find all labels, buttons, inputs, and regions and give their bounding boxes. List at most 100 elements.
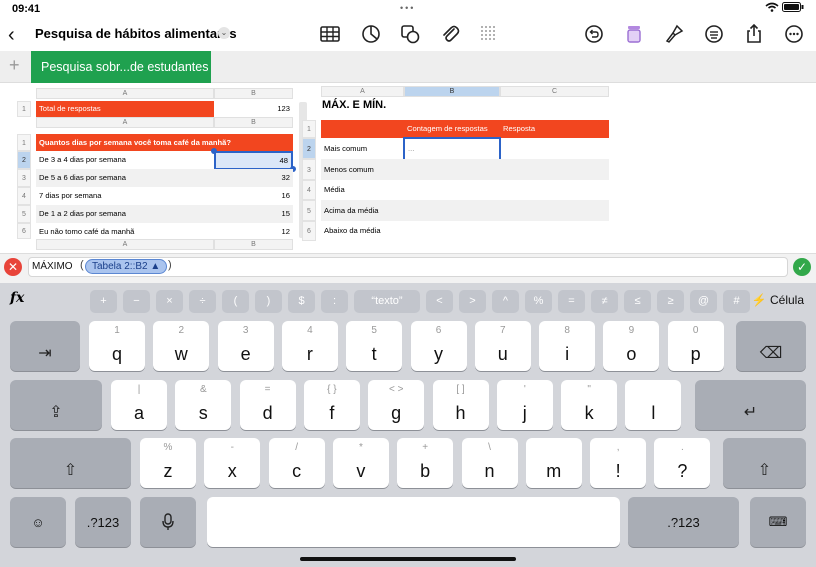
key-i[interactable]: 8i [539, 321, 596, 371]
row-header[interactable]: 2 [17, 151, 31, 169]
column-header-b[interactable]: B [214, 88, 293, 99]
answer-label[interactable]: De 3 a 4 dias por semana [36, 151, 214, 169]
caps-lock-key[interactable]: ⇪ [10, 380, 102, 430]
key-w[interactable]: 2w [153, 321, 210, 371]
return-key[interactable]: ↵ [695, 380, 806, 430]
document-menu-icon[interactable]: ⌄ [218, 27, 230, 39]
stat-label[interactable]: Menos comum [321, 159, 609, 180]
row-header[interactable]: 4 [302, 180, 316, 200]
chart-icon[interactable] [360, 23, 382, 45]
key-j[interactable]: ' j [496, 380, 553, 430]
function-browser-button[interactable]: fx [10, 290, 24, 306]
answer-label[interactable]: De 1 a 2 dias por semana [36, 205, 214, 223]
key-h[interactable]: [ ] h [432, 380, 489, 430]
header-cell-answer[interactable]: Resposta [500, 120, 609, 138]
stat-label[interactable]: Média [321, 180, 609, 200]
function-key[interactable]: ≤ [624, 290, 651, 313]
column-header-c[interactable]: C [500, 86, 609, 97]
more-icon[interactable] [783, 23, 805, 45]
space-bar[interactable] [207, 497, 620, 547]
back-chevron-icon[interactable]: ‹ [8, 24, 15, 47]
stat-label[interactable]: Mais comum [321, 138, 404, 159]
row-header[interactable]: 4 [17, 187, 31, 205]
function-key[interactable]: = [558, 290, 585, 313]
key-p[interactable]: 0p [667, 321, 724, 371]
key-n[interactable]: \ n [461, 438, 518, 488]
column-header-a[interactable]: A [36, 117, 214, 128]
stat-label[interactable]: Acima da média [321, 200, 609, 221]
key-r[interactable]: 4r [281, 321, 338, 371]
undo-icon[interactable] [583, 23, 605, 45]
cancel-formula-button[interactable]: ✕ [4, 258, 22, 276]
key-m[interactable]: m [525, 438, 582, 488]
answer-count[interactable]: 15 [214, 205, 293, 223]
answer-label[interactable]: 7 dias por semana [36, 187, 214, 205]
function-key[interactable]: @ [690, 290, 717, 313]
stat-answer[interactable] [501, 138, 609, 159]
function-key[interactable]: ( [222, 290, 249, 313]
add-sheet-button[interactable]: + [9, 55, 20, 76]
stat-label[interactable]: Abaixo da média [321, 221, 609, 241]
answer-label[interactable]: De 5 a 6 dias por semana [36, 169, 214, 187]
accept-formula-button[interactable]: ✓ [793, 258, 811, 276]
formula-function-name[interactable]: MÁXIMO [32, 261, 73, 272]
table-icon[interactable] [319, 23, 341, 45]
column-header-b[interactable]: B [214, 239, 293, 250]
function-key[interactable]: + [90, 290, 117, 313]
function-key[interactable]: × [156, 290, 183, 313]
row-header[interactable]: 5 [302, 200, 316, 221]
answer-label[interactable]: Eu não tomo café da manhã [36, 223, 214, 239]
key-exclamation[interactable]: ,! [590, 438, 647, 488]
header-cell-count[interactable]: Contagem de respostas [404, 120, 500, 138]
emoji-key[interactable]: ☺ [10, 497, 66, 547]
cell-reference-button[interactable]: ⚡ Célula [752, 293, 804, 307]
table-title[interactable]: MÁX. E MÍN. [322, 99, 386, 111]
function-key[interactable]: % [525, 290, 552, 313]
function-key[interactable]: ≠ [591, 290, 618, 313]
key-s[interactable]: & s [175, 380, 232, 430]
key-d[interactable]: = d [239, 380, 296, 430]
row-header[interactable]: 1 [17, 134, 31, 151]
key-u[interactable]: 7u [474, 321, 531, 371]
hide-keyboard-key[interactable]: ⌨ [750, 497, 806, 547]
function-key[interactable]: − [123, 290, 150, 313]
dictation-key[interactable] [140, 497, 196, 547]
row-header[interactable]: 3 [302, 159, 316, 180]
tumbler-icon[interactable] [623, 23, 645, 45]
numbers-key-left[interactable]: .?123 [75, 497, 131, 547]
key-question[interactable]: .? [654, 438, 711, 488]
row-header[interactable]: 6 [302, 221, 316, 241]
left-shift-key[interactable]: ⇧ [10, 438, 131, 488]
row-header[interactable]: 2 [302, 138, 316, 159]
row-header[interactable]: 3 [17, 169, 31, 187]
grid-icon[interactable] [478, 23, 500, 45]
paperclip-icon[interactable] [439, 23, 461, 45]
key-b[interactable]: + b [397, 438, 454, 488]
function-key[interactable]: “texto” [354, 290, 420, 313]
formula-target-cell[interactable]: ... [403, 137, 501, 161]
cell-reference-token[interactable]: Tabela 2::B2 ▲ [85, 259, 168, 274]
key-v[interactable]: * v [332, 438, 389, 488]
key-e[interactable]: 3e [217, 321, 274, 371]
shapes-icon[interactable] [399, 23, 421, 45]
function-key[interactable]: ÷ [189, 290, 216, 313]
numbers-key-right[interactable]: .?123 [628, 497, 739, 547]
function-key[interactable]: # [723, 290, 750, 313]
tab-key[interactable]: ⇥ [10, 321, 80, 371]
key-o[interactable]: 9o [603, 321, 660, 371]
total-value[interactable]: 123 [214, 101, 293, 117]
key-f[interactable]: { } f [303, 380, 360, 430]
delete-key[interactable]: ⌫ [736, 321, 806, 371]
answer-count[interactable]: 12 [214, 223, 293, 239]
function-key[interactable]: ) [255, 290, 282, 313]
key-c[interactable]: / c [268, 438, 325, 488]
header-cell-empty[interactable] [321, 120, 404, 138]
function-key[interactable]: ≥ [657, 290, 684, 313]
column-header-b[interactable]: B [214, 117, 293, 128]
answer-count-selected[interactable]: 48 [214, 151, 293, 170]
function-key[interactable]: > [459, 290, 486, 313]
row-header[interactable]: 1 [17, 101, 31, 117]
key-a[interactable]: | a [111, 380, 167, 430]
key-x[interactable]: -x [204, 438, 261, 488]
column-header-a[interactable]: A [36, 88, 214, 99]
